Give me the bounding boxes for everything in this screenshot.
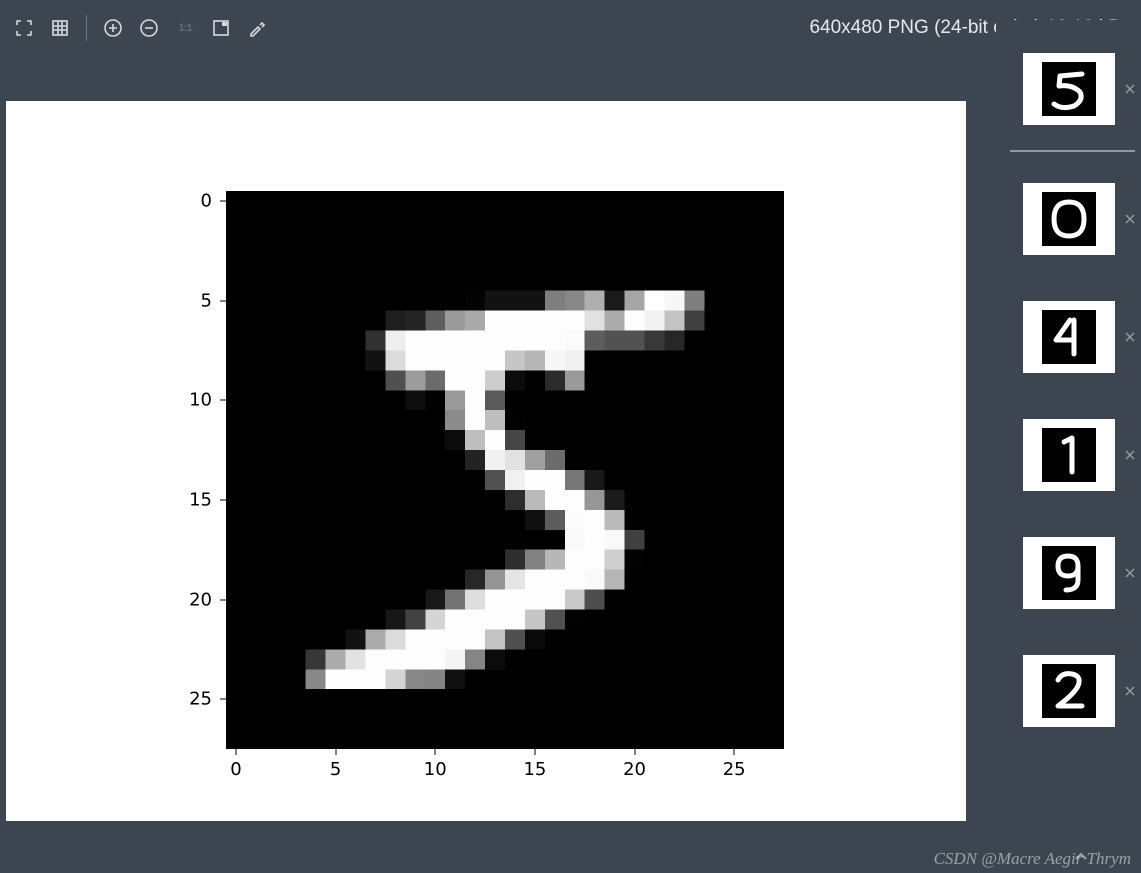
thumbnail-5[interactable] bbox=[1023, 53, 1115, 125]
one-to-one-button[interactable]: 1:1 bbox=[169, 12, 201, 44]
toolbar-separator bbox=[86, 15, 87, 41]
digit-4-icon bbox=[1042, 310, 1096, 364]
y-tick-label: 15 bbox=[189, 489, 212, 510]
y-tick-label: 25 bbox=[189, 689, 212, 710]
thumbnail-4[interactable] bbox=[1023, 301, 1115, 373]
fit-screen-icon[interactable] bbox=[8, 12, 40, 44]
zoom-out-icon[interactable] bbox=[133, 12, 165, 44]
y-tick-label: 5 bbox=[201, 290, 212, 311]
close-icon[interactable] bbox=[1123, 448, 1137, 462]
thumbnail-2[interactable] bbox=[1023, 655, 1115, 727]
close-icon[interactable] bbox=[1123, 212, 1137, 226]
fullscreen-icon[interactable] bbox=[205, 12, 237, 44]
one-to-one-label: 1:1 bbox=[179, 22, 192, 34]
zoom-in-icon[interactable] bbox=[97, 12, 129, 44]
y-tick-label: 0 bbox=[201, 190, 212, 211]
workspace: 0 5 10 15 20 25 0 5 10 15 20 25 bbox=[0, 56, 996, 848]
digit-2-icon bbox=[1042, 664, 1096, 718]
y-tick-label: 20 bbox=[189, 589, 212, 610]
thumbnail-row bbox=[996, 160, 1141, 278]
close-icon[interactable] bbox=[1123, 684, 1137, 698]
heatmap-pixels bbox=[226, 191, 784, 749]
close-icon[interactable] bbox=[1123, 566, 1137, 580]
image-canvas[interactable]: 0 5 10 15 20 25 0 5 10 15 20 25 bbox=[6, 101, 966, 821]
thumbnail-1[interactable] bbox=[1023, 419, 1115, 491]
grid-icon[interactable] bbox=[44, 12, 76, 44]
x-tick-label: 15 bbox=[523, 759, 546, 780]
thumbnail-divider bbox=[1010, 150, 1135, 152]
watermark-label: CSDN @Macre Aegir Thrym bbox=[934, 849, 1131, 869]
x-tick-label: 5 bbox=[330, 759, 341, 780]
color-picker-icon[interactable] bbox=[241, 12, 273, 44]
thumbnail-row bbox=[996, 396, 1141, 514]
digit-9-icon bbox=[1042, 546, 1096, 600]
scroll-top-icon[interactable] bbox=[1073, 849, 1091, 867]
x-tick-label: 10 bbox=[424, 759, 447, 780]
thumbnail-panel bbox=[996, 20, 1141, 848]
thumbnail-9[interactable] bbox=[1023, 537, 1115, 609]
thumbnail-0[interactable] bbox=[1023, 183, 1115, 255]
close-icon[interactable] bbox=[1123, 82, 1137, 96]
toolbar: 1:1 640x480 PNG (24-bit color) 12.12 kB bbox=[0, 0, 1141, 56]
digit-5-icon bbox=[1042, 62, 1096, 116]
thumbnail-row bbox=[996, 30, 1141, 148]
x-tick-label: 25 bbox=[723, 759, 746, 780]
x-tick-label: 20 bbox=[623, 759, 646, 780]
x-tick-label: 0 bbox=[230, 759, 241, 780]
heatmap-plot: 05101520250510152025 bbox=[226, 191, 784, 749]
thumbnail-row bbox=[996, 278, 1141, 396]
digit-0-icon bbox=[1042, 192, 1096, 246]
close-icon[interactable] bbox=[1123, 330, 1137, 344]
y-tick-label: 10 bbox=[189, 390, 212, 411]
thumbnail-row bbox=[996, 632, 1141, 750]
digit-1-icon bbox=[1042, 428, 1096, 482]
thumbnail-row bbox=[996, 514, 1141, 632]
